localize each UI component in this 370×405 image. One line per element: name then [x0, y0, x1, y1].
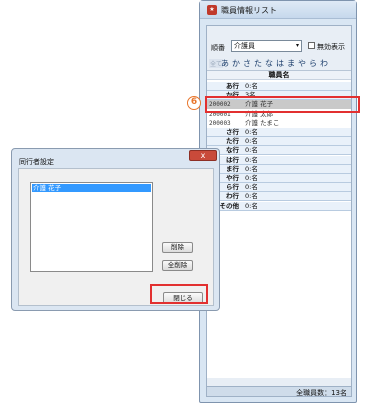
dialog-titlebar[interactable]: 同行者設定 x — [12, 149, 219, 167]
staff-list-title: 職員情報リスト — [221, 6, 277, 15]
delete-button[interactable]: 削除 — [162, 242, 193, 253]
close-icon[interactable]: x — [189, 150, 217, 161]
chevron-down-icon: ▾ — [295, 42, 299, 49]
staff-list: 職員名 あ行 0:名 か行 3名 200002 介護 花子 200001 介護 太郎 20000… — [207, 70, 351, 378]
list-group-row[interactable]: ら行 0:名 — [207, 183, 351, 193]
group-count: 0:名 — [245, 174, 258, 182]
staff-list-titlebar[interactable]: ★ 職員情報リスト — [200, 1, 356, 19]
list-header-staff-name: 職員名 — [207, 71, 351, 80]
order-select[interactable]: 介護員 ▾ — [231, 40, 302, 52]
group-label: さ行 — [226, 128, 239, 136]
show-disabled-checkbox[interactable] — [308, 42, 315, 49]
order-select-value: 介護員 — [234, 42, 255, 50]
staff-total-count: 全職員数：13名 — [296, 389, 347, 397]
group-count: 0:名 — [245, 183, 258, 192]
order-label: 順番 — [211, 44, 225, 52]
list-group-row[interactable]: その他 0:名 — [207, 201, 351, 211]
list-group-row[interactable]: た行 0:名 — [207, 137, 351, 147]
kana-filter-button[interactable]: た — [254, 58, 262, 69]
list-group-row[interactable]: な行 0:名 — [207, 146, 351, 156]
group-count: 0:名 — [245, 164, 258, 173]
selected-row-highlight — [205, 96, 360, 113]
kana-filter-bar: 全てあかさたなはまやらわ — [207, 57, 351, 69]
group-count: 0:名 — [245, 146, 258, 155]
staff-name: 介護 たまこ — [245, 118, 280, 127]
group-label: あ行 — [226, 82, 239, 90]
group-count: 0:名 — [245, 201, 258, 210]
list-group-row[interactable]: わ行 0:名 — [207, 192, 351, 202]
dialog-title: 同行者設定 — [19, 158, 54, 166]
step-number-label: 6 — [190, 97, 198, 107]
companion-list[interactable]: 介護 花子 — [30, 182, 153, 272]
list-group-row[interactable]: ま行 0:名 — [207, 164, 351, 174]
list-group-row[interactable]: さ行 0:名 — [207, 128, 351, 137]
staff-list-panel: 順番 介護員 ▾ 無効表示 全てあかさたなはまやらわ 職員名 あ行 0:名 か行 3名… — [206, 25, 352, 397]
step-number-badge: 6 — [187, 96, 201, 110]
staff-id: 200003 — [209, 119, 231, 127]
close-button-highlight — [150, 284, 208, 304]
staff-row[interactable]: 200003 介護 たまこ — [207, 118, 351, 128]
group-count: 0:名 — [245, 82, 258, 90]
group-count: 0:名 — [245, 128, 258, 136]
status-bar: 全職員数：13名 — [207, 386, 351, 397]
kana-filter-button[interactable]: あ — [221, 58, 229, 69]
show-disabled-label: 無効表示 — [317, 43, 345, 51]
list-group-row[interactable]: は行 0:名 — [207, 155, 351, 165]
companion-list-item[interactable]: 介護 花子 — [32, 184, 151, 192]
kana-filter-button[interactable]: わ — [320, 58, 328, 69]
kana-filter-button[interactable]: ま — [287, 58, 295, 69]
group-count: 0:名 — [245, 192, 258, 201]
kana-filter-button[interactable]: さ — [243, 58, 251, 69]
app-icon: ★ — [207, 5, 217, 15]
kana-filter-button[interactable]: は — [276, 58, 284, 69]
group-count: 0:名 — [245, 155, 258, 164]
delete-all-button[interactable]: 全削除 — [162, 260, 193, 271]
staff-list-window: ★ 職員情報リスト 順番 介護員 ▾ 無効表示 全てあかさたなはまやらわ 職員名… — [199, 0, 357, 403]
group-count: 0:名 — [245, 137, 258, 146]
list-group-row[interactable]: あ行 0:名 — [207, 82, 351, 91]
list-group-row[interactable]: や行 0:名 — [207, 174, 351, 183]
kana-filter-button[interactable]: や — [298, 58, 306, 69]
kana-filter-button[interactable]: ら — [309, 58, 317, 69]
kana-filter-button[interactable]: か — [232, 58, 240, 69]
group-label: た行 — [226, 137, 239, 146]
kana-filter-button[interactable]: な — [265, 58, 273, 69]
